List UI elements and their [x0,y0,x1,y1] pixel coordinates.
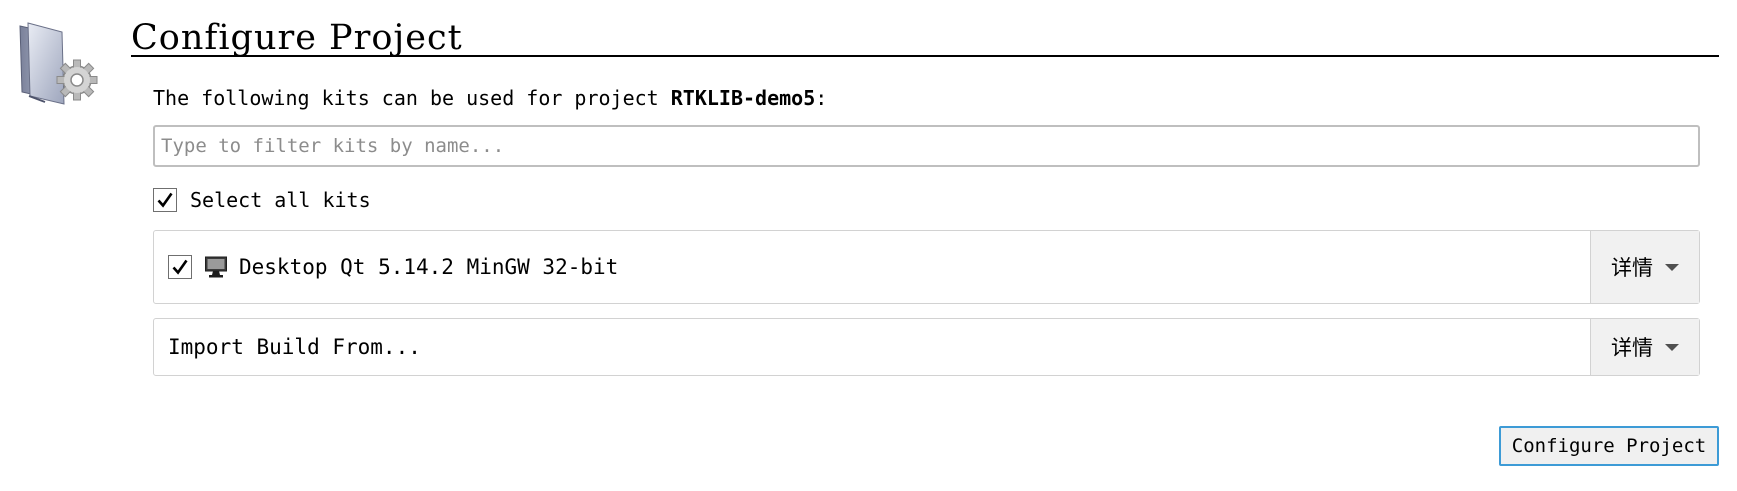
folder-gear-icon [16,20,108,112]
chevron-down-icon [1665,343,1679,351]
kits-intro-prefix: The following kits can be used for proje… [153,86,671,110]
select-all-kits-checkbox[interactable]: Select all kits [153,186,371,214]
kits-intro-suffix: : [815,86,828,110]
chevron-down-icon [1665,263,1679,271]
details-label: 详情 [1611,256,1653,280]
title-divider [131,55,1719,57]
import-build-label: Import Build From... [168,335,421,359]
check-icon [157,192,173,208]
kits-intro-text: The following kits can be used for proje… [153,83,827,113]
kit-row-desktop-qt[interactable]: Desktop Qt 5.14.2 MinGW 32-bit 详情 [153,230,1700,304]
kit-details-button[interactable]: 详情 [1590,231,1699,303]
check-icon [172,259,188,275]
import-details-button[interactable]: 详情 [1590,319,1699,375]
import-build-row[interactable]: Import Build From... 详情 [153,318,1700,376]
details-label: 详情 [1611,336,1653,360]
kit-checkbox[interactable] [168,255,192,279]
checkbox-box[interactable] [153,188,177,212]
project-name: RTKLIB-demo5 [670,86,816,110]
monitor-icon [205,256,227,278]
kit-filter-input[interactable] [153,125,1700,167]
configure-project-button[interactable]: Configure Project [1499,426,1719,466]
kit-row-content: Desktop Qt 5.14.2 MinGW 32-bit [168,231,618,303]
select-all-label: Select all kits [190,188,371,212]
kit-name: Desktop Qt 5.14.2 MinGW 32-bit [239,255,619,279]
folder-gear-graphic [19,22,98,105]
import-build-content: Import Build From... [168,319,421,375]
